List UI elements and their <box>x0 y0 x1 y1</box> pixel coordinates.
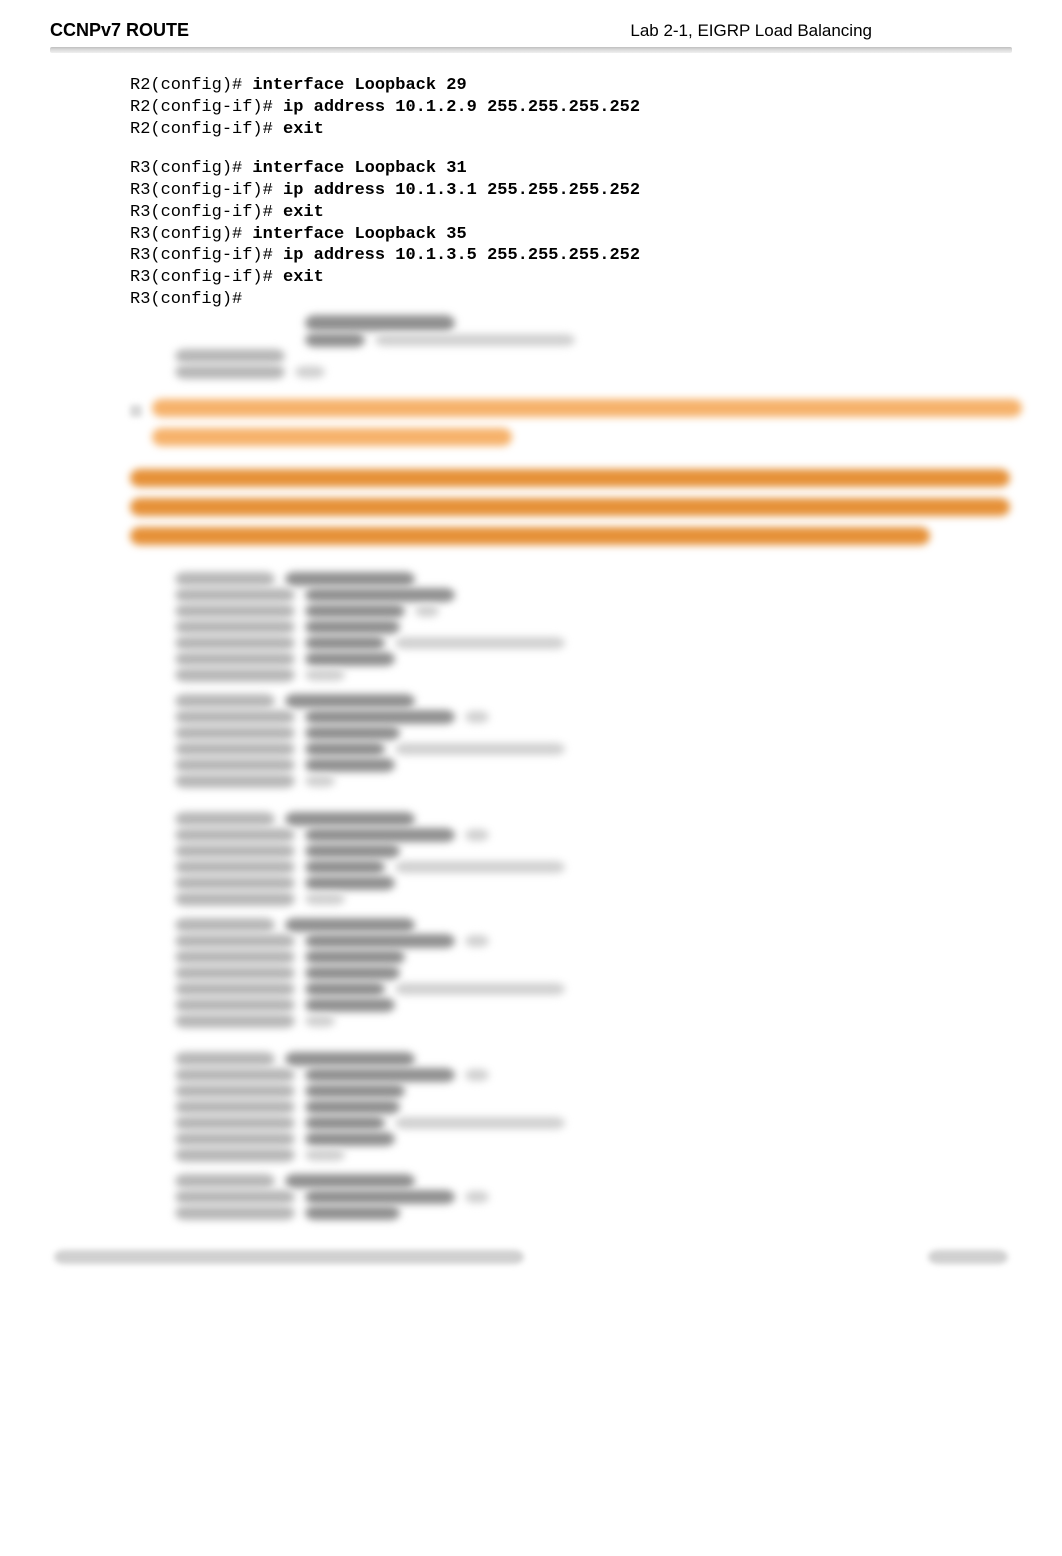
code-block-r2: R2(config)# interface Loopback 29 R2(con… <box>130 75 1012 140</box>
header-lab-title: Lab 2-1, EIGRP Load Balancing <box>630 21 872 41</box>
footer-copyright <box>54 1250 524 1264</box>
code-line: R3(config)# <box>130 290 242 309</box>
blurred-content <box>95 315 1012 1220</box>
header-course-title: CCNPv7 ROUTE <box>50 20 189 41</box>
code-line: R3(config-if)# ip address 10.1.3.5 255.2… <box>130 246 640 265</box>
code-line: R3(config-if)# ip address 10.1.3.1 255.2… <box>130 181 640 200</box>
footer-page-number <box>928 1250 1008 1264</box>
blurred-code-group <box>95 572 1012 788</box>
page-header: CCNPv7 ROUTE Lab 2-1, EIGRP Load Balanci… <box>50 20 1012 47</box>
blurred-code-group <box>95 812 1012 1028</box>
code-line: R3(config)# interface Loopback 35 <box>130 225 467 244</box>
code-line: R3(config)# interface Loopback 31 <box>130 159 467 178</box>
code-line: R2(config)# interface Loopback 29 <box>130 76 467 95</box>
document-page: CCNPv7 ROUTE Lab 2-1, EIGRP Load Balanci… <box>0 0 1062 1294</box>
page-footer <box>50 1250 1012 1264</box>
code-block-r3: R3(config)# interface Loopback 31 R3(con… <box>130 158 1012 310</box>
header-divider <box>50 47 1012 53</box>
step-bullet <box>130 405 142 417</box>
code-line: R2(config-if)# exit <box>130 120 324 139</box>
code-line: R2(config-if)# ip address 10.1.2.9 255.2… <box>130 98 640 117</box>
blurred-code-group <box>95 1052 1012 1220</box>
code-line: R3(config-if)# exit <box>130 268 324 287</box>
code-line: R3(config-if)# exit <box>130 203 324 222</box>
